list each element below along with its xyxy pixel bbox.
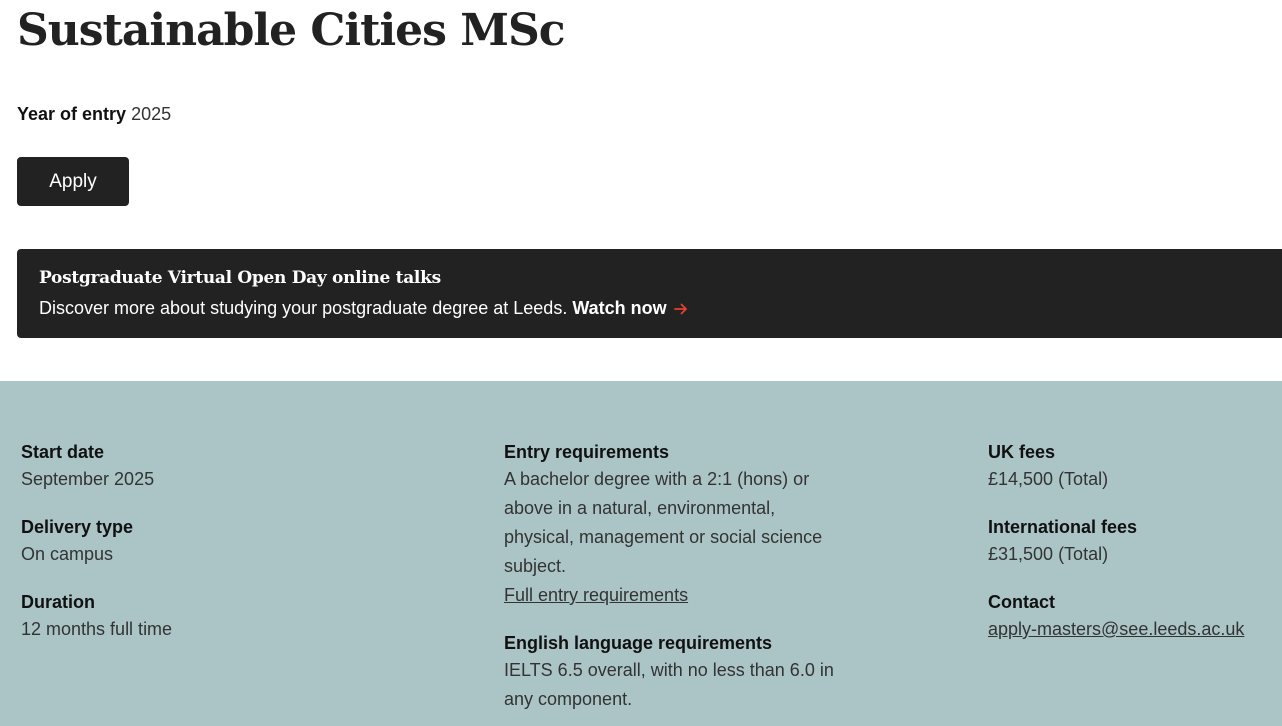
- facts-column-1: Start date September 2025 Delivery type …: [21, 440, 441, 665]
- full-entry-requirements-link[interactable]: Full entry requirements: [504, 581, 688, 610]
- delivery-type-fact: Delivery type On campus: [21, 515, 441, 569]
- international-fees-fact: International fees £31,500 (Total): [988, 515, 1278, 569]
- banner-description: Discover more about studying your postgr…: [39, 298, 568, 318]
- entry-requirements-label: Entry requirements: [504, 442, 670, 462]
- banner-text-row: Discover more about studying your postgr…: [39, 297, 689, 322]
- page-title: Sustainable Cities MSc: [17, 5, 566, 56]
- facts-column-2: Entry requirements A bachelor degree wit…: [504, 440, 849, 726]
- arrow-right-icon: [673, 300, 689, 322]
- watch-now-link[interactable]: Watch now: [572, 298, 688, 318]
- uk-fees-value: £14,500 (Total): [988, 469, 1109, 489]
- course-page: Sustainable Cities MSc Year of entry 202…: [0, 0, 1282, 726]
- watch-now-label: Watch now: [572, 298, 667, 318]
- delivery-type-label: Delivery type: [21, 517, 134, 537]
- year-of-entry-value: 2025: [131, 104, 172, 124]
- english-language-label: English language requirements: [504, 633, 773, 653]
- facts-column-3: UK fees £14,500 (Total) International fe…: [988, 440, 1278, 665]
- duration-value: 12 months full time: [21, 619, 173, 639]
- open-day-banner: Postgraduate Virtual Open Day online tal…: [17, 249, 1282, 338]
- duration-fact: Duration 12 months full time: [21, 590, 441, 644]
- entry-requirements-value: A bachelor degree with a 2:1 (hons) or a…: [504, 469, 823, 576]
- banner-title: Postgraduate Virtual Open Day online tal…: [39, 268, 441, 288]
- apply-button[interactable]: Apply: [17, 157, 129, 206]
- uk-fees-fact: UK fees £14,500 (Total): [988, 440, 1278, 494]
- year-of-entry-label: Year of entry: [17, 104, 127, 124]
- english-language-value: IELTS 6.5 overall, with no less than 6.0…: [504, 660, 834, 709]
- start-date-value: September 2025: [21, 469, 155, 489]
- delivery-type-value: On campus: [21, 544, 114, 564]
- year-of-entry: Year of entry 2025: [17, 103, 171, 125]
- international-fees-label: International fees: [988, 517, 1138, 537]
- duration-label: Duration: [21, 592, 95, 612]
- english-language-fact: English language requirements IELTS 6.5 …: [504, 631, 849, 714]
- contact-email-link[interactable]: apply-masters@see.leeds.ac.uk: [988, 615, 1244, 644]
- international-fees-value: £31,500 (Total): [988, 544, 1109, 564]
- key-facts-panel: Start date September 2025 Delivery type …: [0, 381, 1282, 726]
- start-date-label: Start date: [21, 442, 105, 462]
- contact-label: Contact: [988, 592, 1055, 612]
- uk-fees-label: UK fees: [988, 442, 1056, 462]
- entry-requirements-fact: Entry requirements A bachelor degree wit…: [504, 440, 849, 610]
- start-date-fact: Start date September 2025: [21, 440, 441, 494]
- contact-fact: Contact apply-masters@see.leeds.ac.uk: [988, 590, 1278, 644]
